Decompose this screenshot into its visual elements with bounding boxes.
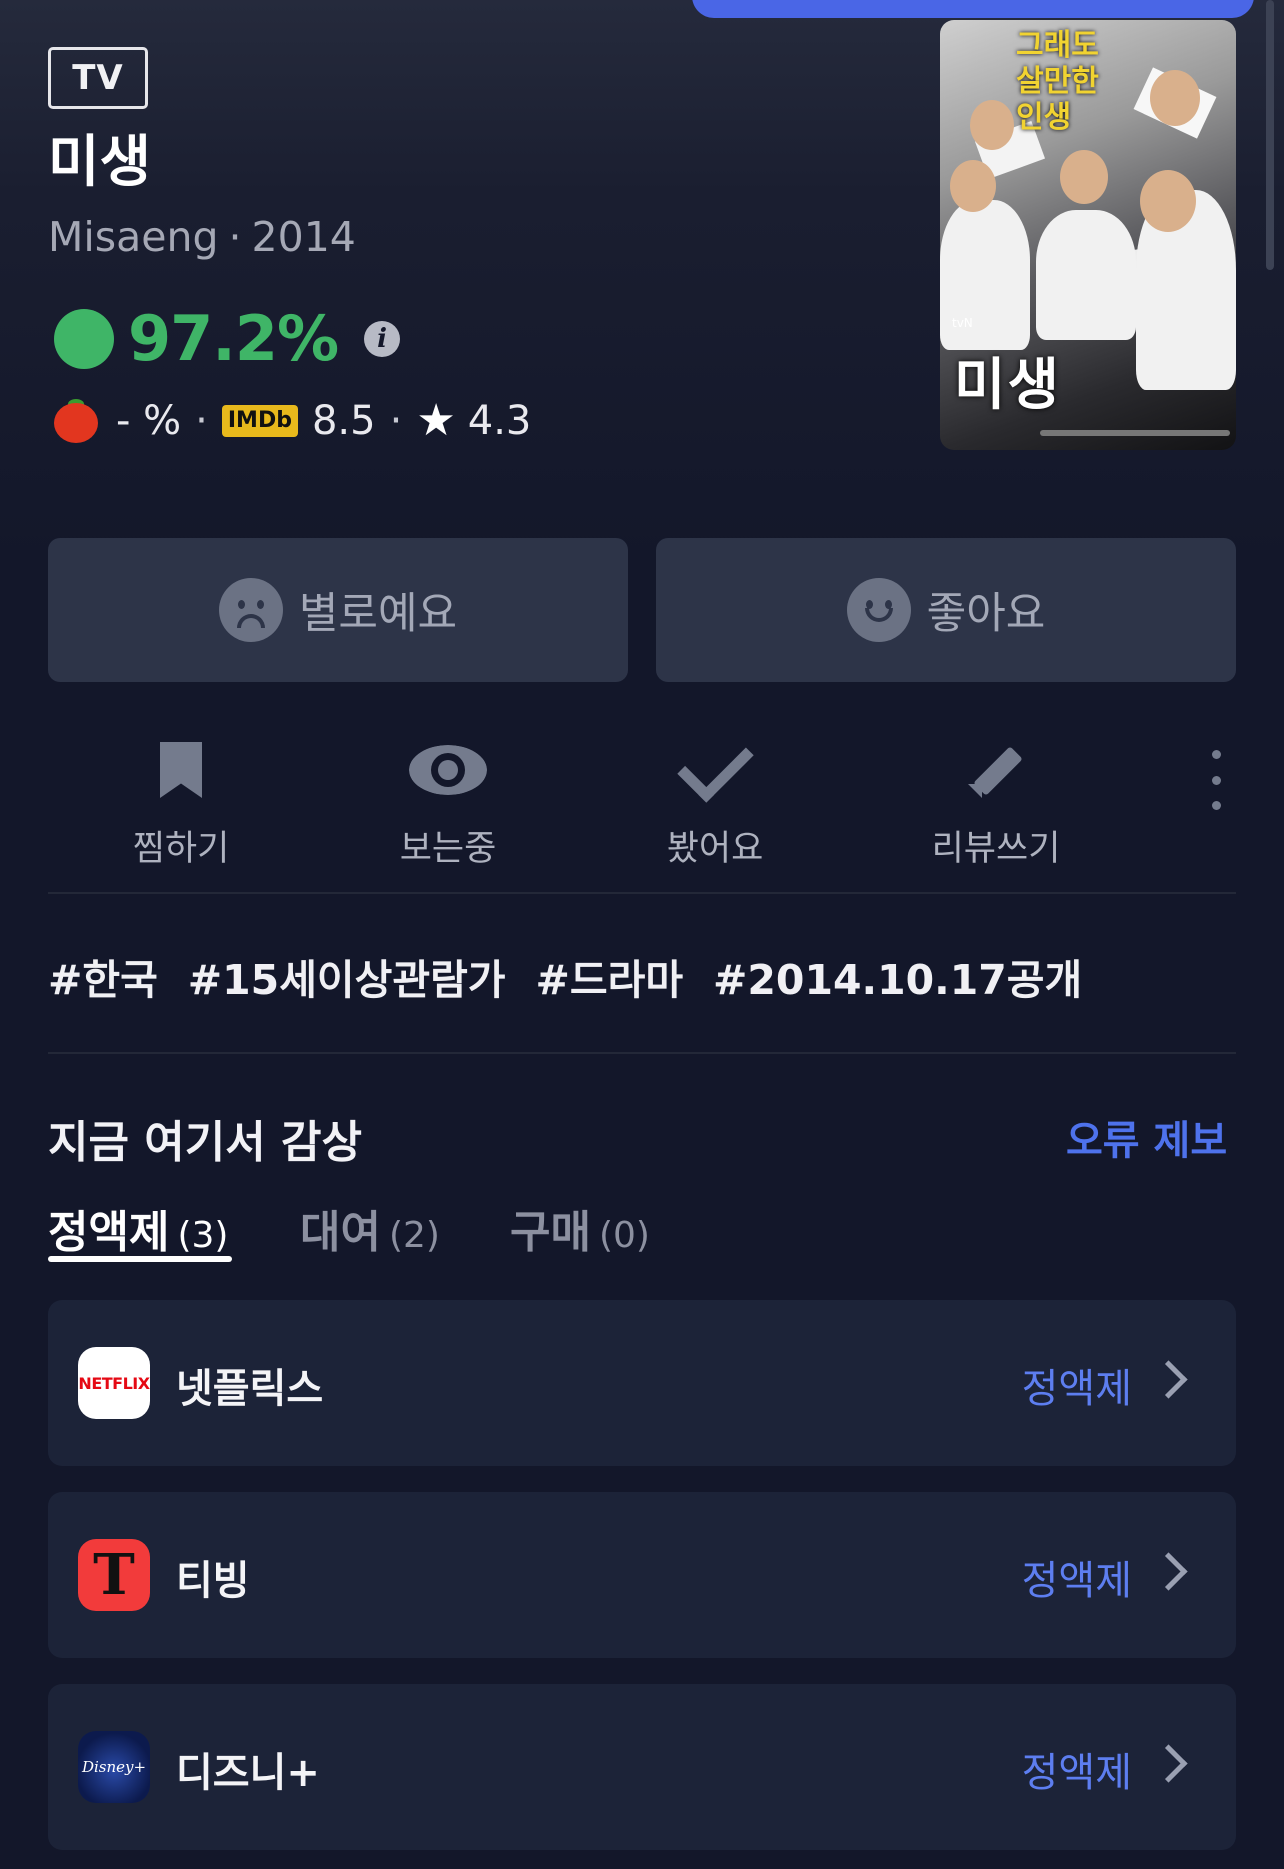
original-title: Misaeng [48,213,219,261]
action-bar: 찜하기 보는중 봤어요 리뷰쓰기 [48,725,1236,871]
disney-plus-logo-icon: Disney+ [78,1731,150,1803]
scrollbar[interactable] [1266,0,1274,270]
bookmark-icon [160,742,202,798]
divider [48,1052,1236,1054]
imdb-icon: IMDb [221,405,298,437]
ratings-row: - % · IMDb 8.5 · ★ 4.3 [54,398,531,444]
main-score-row: 97.2% i [54,302,401,375]
provider-row-tving[interactable]: T 티빙 정액제 [48,1492,1236,1658]
subtitle: Misaeng · 2014 [48,212,356,262]
imdb-score: 8.5 [311,398,376,444]
poster-image[interactable]: 그래도 살만한 인생 tvN 미생 [940,20,1236,450]
subtitle-separator: · [228,213,242,261]
info-icon[interactable]: i [364,320,401,357]
tab-rental-label: 대여 [300,1207,381,1258]
provider-name: 디즈니+ [176,1750,320,1796]
provider-plan: 정액제 [1021,1750,1132,1796]
rating-separator: · [389,398,403,444]
page-title: 미생 [48,130,152,195]
poster-logo: 미생 [954,352,1062,418]
check-icon [676,725,754,803]
tab-rental-count: (2) [388,1215,440,1256]
more-options-icon[interactable] [1204,750,1228,810]
bookmark-label: 찜하기 [132,829,230,869]
watching-button[interactable]: 보는중 [348,730,548,871]
score-circle-icon [54,308,114,369]
tab-subscription-count: (3) [177,1215,229,1256]
tag-list: #한국 #15세이상관람가 #드라마 #2014.10.17공개 [48,946,1112,1006]
provider-plan: 정액제 [1021,1558,1132,1604]
happy-face-icon [846,578,911,642]
star-score: 4.3 [467,398,532,444]
tag-rating[interactable]: #15세이상관람가 [188,946,506,1006]
tab-rental[interactable]: 대여 (2) [300,1196,440,1260]
tag-country[interactable]: #한국 [48,946,158,1006]
rating-separator: · [195,398,208,444]
watched-label: 봤어요 [666,829,764,869]
poster-credits [1040,430,1230,436]
tag-genre[interactable]: #드라마 [536,946,684,1006]
bookmark-button[interactable]: 찜하기 [81,730,281,871]
chevron-right-icon [1149,1744,1188,1783]
pencil-icon [968,742,1024,798]
watch-section-title: 지금 여기서 감상 [48,1117,362,1168]
error-report-link[interactable]: 오류 제보 [1066,1108,1227,1166]
chevron-right-icon [1149,1552,1188,1591]
main-score: 97.2% [128,302,339,375]
tab-purchase-label: 구매 [510,1207,591,1258]
poster-badge: tvN [952,316,973,330]
tving-logo-icon: T [78,1539,150,1611]
tomato-icon [54,399,98,443]
tab-subscription[interactable]: 정액제 (3) [48,1196,228,1260]
watched-button[interactable]: 봤어요 [615,725,815,871]
top-bar[interactable] [692,0,1254,18]
netflix-logo-icon: NETFLIX [78,1347,150,1419]
watching-label: 보는중 [399,829,497,869]
sad-face-icon [218,578,283,642]
chevron-right-icon [1149,1360,1188,1399]
provider-name: 넷플릭스 [176,1366,324,1412]
type-badge: TV [48,47,148,109]
provider-plan: 정액제 [1021,1366,1132,1412]
dislike-label: 별로예요 [298,589,458,639]
release-year: 2014 [251,213,356,261]
star-icon: ★ [416,395,456,446]
tomato-score: - % [116,398,182,444]
tab-purchase-count: (0) [598,1215,650,1256]
like-label: 좋아요 [926,589,1046,639]
provider-row-disney[interactable]: Disney+ 디즈니+ 정액제 [48,1684,1236,1850]
eye-icon [409,745,487,795]
like-button[interactable]: 좋아요 [656,538,1236,682]
write-review-button[interactable]: 리뷰쓰기 [896,730,1096,871]
tab-purchase[interactable]: 구매 (0) [510,1196,650,1260]
dislike-button[interactable]: 별로예요 [48,538,628,682]
divider [48,892,1236,894]
active-tab-indicator [48,1256,232,1262]
provider-name: 티빙 [176,1558,250,1604]
provider-row-netflix[interactable]: NETFLIX 넷플릭스 정액제 [48,1300,1236,1466]
tab-subscription-label: 정액제 [48,1207,170,1258]
poster-tagline: 그래도 살만한 인생 [1016,28,1099,135]
tag-release-date[interactable]: #2014.10.17공개 [713,946,1082,1006]
review-label: 리뷰쓰기 [931,829,1061,869]
